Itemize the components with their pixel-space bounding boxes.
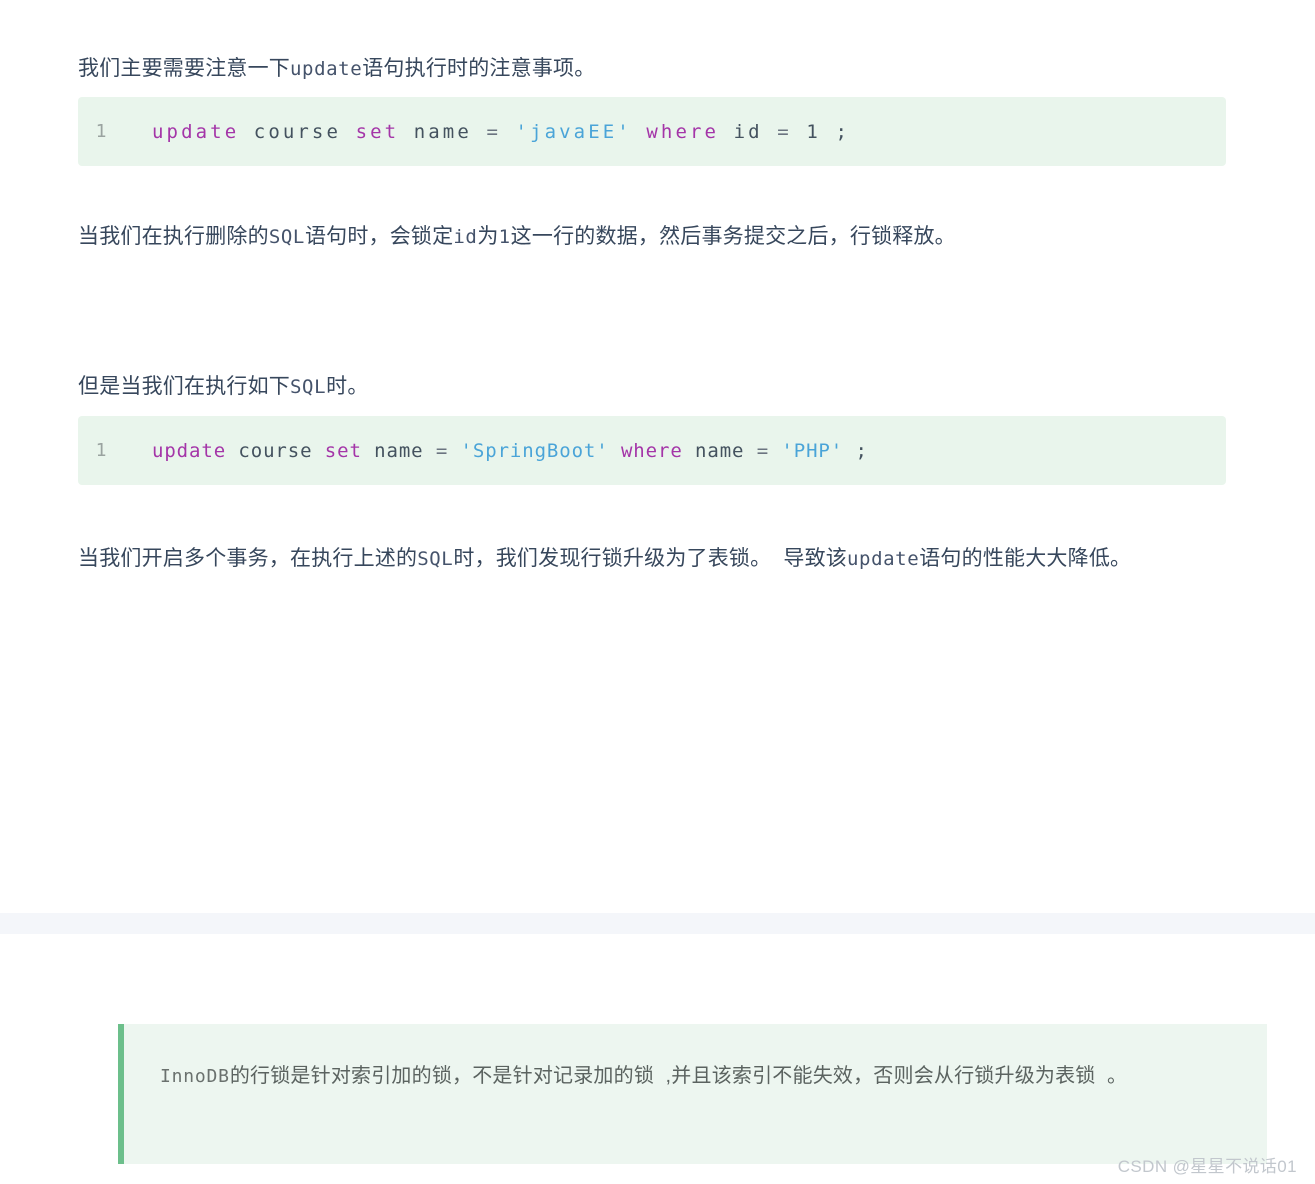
code-line-content[interactable]: update course set name = 'SpringBoot' wh… (124, 440, 868, 462)
text-run: 但是当我们在执行如下 (78, 375, 290, 398)
csdn-watermark: CSDN @星星不说话01 (1117, 1157, 1297, 1176)
code-token-kw: update (152, 439, 227, 462)
callout-innodb-row-lock: InnoDB的行锁是针对索引加的锁，不是针对记录加的锁 ,并且该索引不能失效，否… (118, 1024, 1267, 1164)
inline-code: 1 (498, 226, 511, 248)
paragraph-lock-escalation: 当我们开启多个事务，在执行上述的SQL时，我们发现行锁升级为了表锁。 导致该up… (78, 533, 1230, 585)
text-run: 语句的性能大大降低。 (919, 547, 1132, 570)
code-token-op: = (435, 439, 449, 462)
paragraph-next-sql-intro: 但是当我们在执行如下SQL时。 (78, 361, 1228, 413)
code-line-number: 1 (95, 121, 107, 142)
paragraph-update-notice: 我们主要需要注意一下update语句执行时的注意事项。 (78, 43, 1228, 95)
paragraph-row-lock-release: 当我们在执行删除的SQL语句时，会锁定id为1这一行的数据，然后事务提交之后，行… (78, 211, 1228, 263)
code-line-number: 1 (95, 440, 107, 461)
inline-code: update (290, 58, 363, 80)
code-token-id: name (695, 439, 745, 462)
code-token-num: 1 (806, 120, 821, 143)
inline-code: id (453, 226, 478, 248)
code-token-op: = (777, 120, 792, 143)
text-run: 我们主要需要注意一下 (78, 57, 290, 80)
inline-code: SQL (268, 226, 305, 248)
code-token-kw: set (355, 120, 400, 143)
code-token-punc: ; (855, 439, 868, 462)
code-token-id: name (374, 439, 424, 462)
text-run: 时，我们发现行锁升级为了表锁。 导致该 (453, 547, 847, 570)
code-token-kw: where (646, 120, 720, 143)
text-run: 这一行的数据，然后事务提交之后，行锁释放。 (510, 225, 956, 248)
code-line: 1 update course set name = 'SpringBoot' … (78, 416, 1226, 485)
code-token-str: 'PHP' (781, 439, 844, 462)
section-divider-band (0, 913, 1315, 934)
code-token-str: 'SpringBoot' (460, 439, 609, 462)
code-token-id: name (413, 120, 472, 143)
callout-text: InnoDB的行锁是针对索引加的锁，不是针对记录加的锁 ,并且该索引不能失效，否… (160, 1048, 1235, 1105)
code-token-kw: update (152, 120, 240, 143)
code-block-update-by-name: 1 update course set name = 'SpringBoot' … (78, 416, 1226, 485)
code-token-op: = (756, 439, 770, 462)
code-token-id: course (238, 439, 313, 462)
text-run: 当我们在执行删除的 (78, 225, 269, 248)
code-line-content[interactable]: update course set name = 'javaEE' where … (124, 121, 850, 143)
code-token-kw: set (324, 439, 362, 462)
code-line: 1 update course set name = 'javaEE' wher… (78, 97, 1226, 166)
text-run: 的行锁是针对索引加的锁，不是针对记录加的锁 ,并且该索引不能失效，否则会从行锁升… (229, 1065, 1128, 1087)
text-run: 语句时，会锁定 (304, 225, 454, 248)
text-run: 为 (477, 225, 499, 248)
code-token-id: id (733, 120, 763, 143)
code-token-punc: ; (835, 120, 850, 143)
text-run: 时。 (326, 375, 369, 398)
code-token-kw: where (620, 439, 683, 462)
text-run: 语句执行时的注意事项。 (362, 57, 596, 80)
text-run: 当我们开启多个事务，在执行上述的 (78, 547, 418, 570)
inline-code: update (847, 548, 920, 570)
code-token-op: = (486, 120, 501, 143)
code-token-id: course (253, 120, 342, 143)
inline-code: InnoDB (160, 1066, 230, 1087)
inline-code: SQL (417, 548, 454, 570)
code-block-update-by-id: 1 update course set name = 'javaEE' wher… (78, 97, 1226, 166)
inline-code: SQL (290, 376, 327, 398)
code-token-str: 'javaEE' (515, 120, 632, 143)
